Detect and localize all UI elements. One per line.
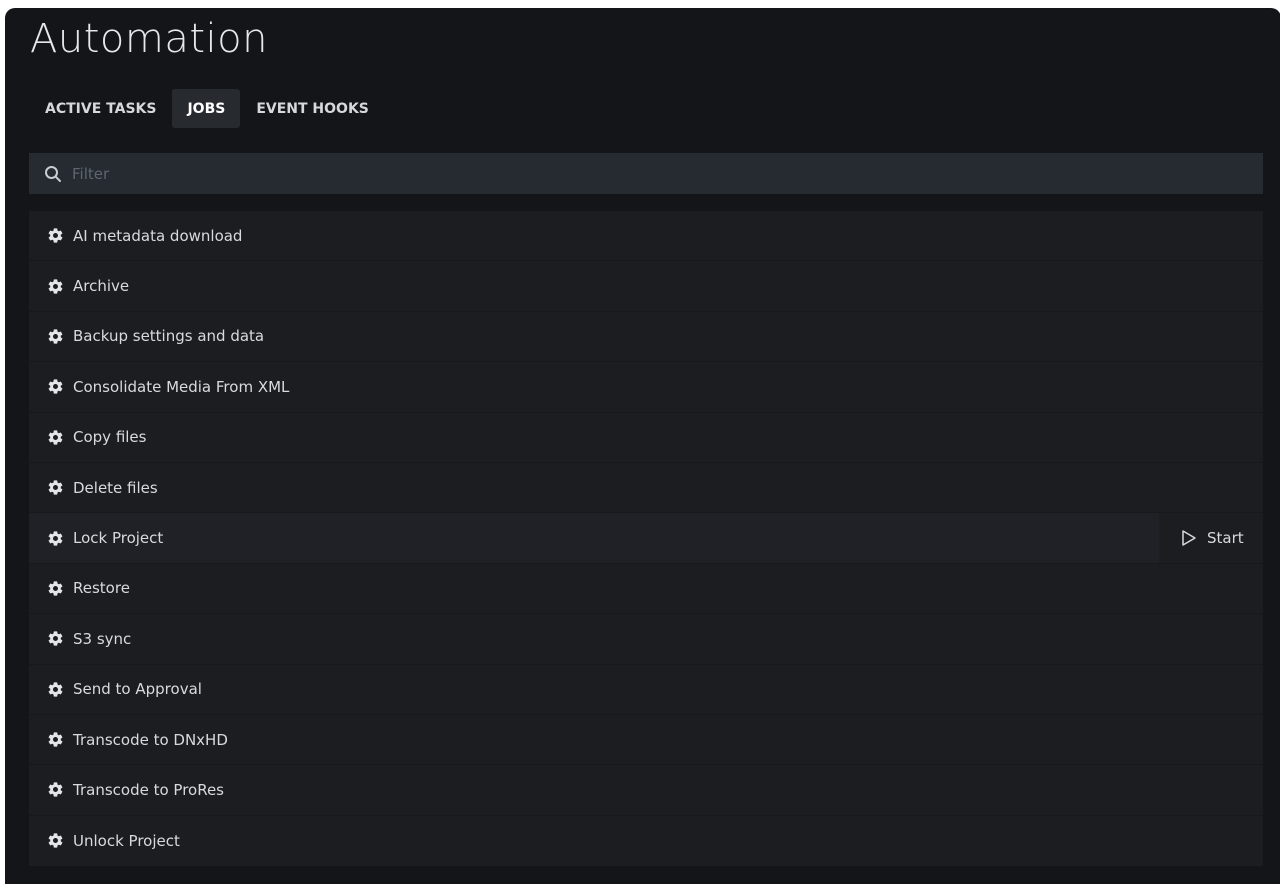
job-row[interactable]: Unlock Project [29,816,1263,866]
job-label: Backup settings and data [73,327,265,346]
page-title: Automation [30,16,268,62]
job-label: Transcode to DNxHD [73,730,228,749]
job-list: AI metadata download Archive Backup settin… [29,211,1263,867]
job-label: Unlock Project [73,831,180,850]
job-label: Delete files [73,478,158,497]
job-row[interactable]: Copy files [29,413,1263,463]
gear-icon [48,530,63,546]
gear-icon [48,329,63,344]
job-row[interactable]: AI metadata download [29,211,1263,262]
job-row[interactable]: S3 sync [29,614,1263,665]
play-icon [1182,530,1196,546]
job-row[interactable]: Archive [29,261,1263,312]
tab-active-tasks[interactable]: ACTIVE TASKS [35,89,166,128]
job-label: Transcode to ProRes [73,780,224,799]
job-label: AI metadata download [73,226,243,245]
job-row[interactable]: Transcode to ProRes [29,765,1263,816]
gear-icon [48,480,63,495]
job-row[interactable]: Delete files [29,463,1263,514]
automation-window: Automation ACTIVE TASKS JOBS EVENT HOOKS… [5,8,1280,884]
gear-icon [48,631,63,646]
job-label: Restore [73,579,130,598]
filter-bar [29,153,1263,194]
job-row[interactable]: Transcode to DNxHD [29,715,1263,766]
tab-bar: ACTIVE TASKS JOBS EVENT HOOKS [35,89,379,128]
gear-icon [48,581,63,596]
job-row[interactable]: Lock Project Start [29,513,1263,564]
gear-icon [48,833,63,848]
job-label: Copy files [73,428,147,447]
gear-icon [48,430,63,445]
job-label: Consolidate Media From XML [73,377,290,396]
tab-jobs[interactable]: JOBS [172,89,241,128]
filter-input[interactable] [72,164,1172,183]
job-row[interactable]: Consolidate Media From XML [29,362,1263,413]
start-button[interactable]: Start [1159,513,1263,563]
tab-event-hooks[interactable]: EVENT HOOKS [246,89,379,128]
search-icon [45,165,61,182]
job-label: Send to Approval [73,680,202,699]
gear-icon [48,782,63,798]
gear-icon [48,379,63,394]
job-row[interactable]: Backup settings and data [29,312,1263,363]
start-button-label: Start [1207,529,1244,548]
job-label: Archive [73,277,130,296]
gear-icon [48,228,63,243]
gear-icon [48,732,63,747]
gear-icon [48,278,63,294]
gear-icon [48,682,63,697]
job-label: Lock Project [73,529,164,548]
job-row[interactable]: Restore [29,564,1263,615]
job-row[interactable]: Send to Approval [29,665,1263,715]
job-label: S3 sync [73,629,132,648]
